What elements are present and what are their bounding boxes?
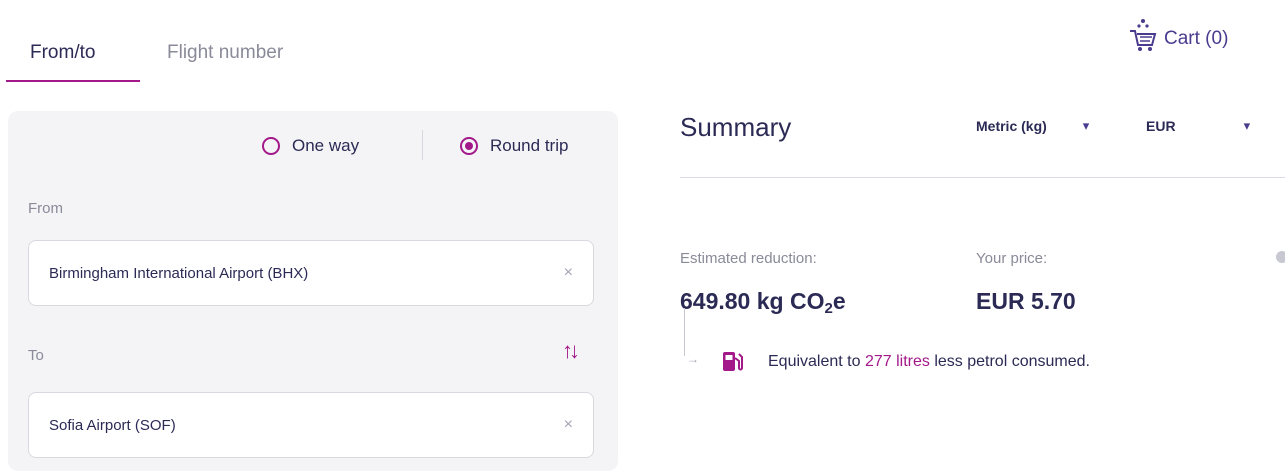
units-select-value: Metric (kg) [976,118,1047,134]
info-dot-icon[interactable] [1276,251,1285,263]
fuel-pump-icon [721,349,745,378]
clear-icon[interactable]: × [564,416,573,434]
from-label: From [28,200,63,217]
cart-label: Cart (0) [1164,28,1229,49]
radio-label: One way [292,136,360,155]
chevron-down-icon: ▾ [1082,118,1090,133]
cart-icon [1128,18,1158,60]
tree-line [684,308,685,356]
tab-from-to[interactable]: From/to [30,42,95,64]
radio-label: Round trip [490,136,569,155]
arrow-right-icon: → [687,352,699,366]
price-label: Your price: [976,250,1048,267]
price-value: EUR 5.70 [976,288,1076,314]
radio-round-trip[interactable]: Round trip [460,136,568,156]
currency-select-value: EUR [1146,118,1176,134]
from-field[interactable]: Birmingham International Airport (BHX) × [28,240,594,306]
from-value: Birmingham International Airport (BHX) [49,264,309,282]
active-tab-indicator [6,80,140,82]
cart-button[interactable]: Cart (0) [1128,18,1228,60]
to-field[interactable]: Sofia Airport (SOF) × [28,392,594,458]
swap-icon[interactable]: ↑↓ [562,338,580,364]
units-select[interactable]: Metric (kg) ▾ [976,118,1089,134]
radio-circle-icon [262,137,280,155]
to-label: To [28,347,44,364]
reduction-label: Estimated reduction: [680,250,817,267]
summary-title: Summary [680,112,792,142]
equivalent-text: Equivalent to 277 litres less petrol con… [768,353,1090,370]
chevron-down-icon: ▾ [1243,118,1251,133]
tab-flight-number[interactable]: Flight number [167,42,283,64]
radio-one-way[interactable]: One way [262,136,359,156]
to-value: Sofia Airport (SOF) [49,416,176,434]
radio-checked-icon [460,137,478,155]
reduction-value: 649.80 kg CO2e [680,288,846,317]
summary-divider [680,177,1285,178]
currency-select[interactable]: EUR ▾ [1146,118,1250,134]
clear-icon[interactable]: × [564,264,573,282]
radio-divider [422,130,423,160]
